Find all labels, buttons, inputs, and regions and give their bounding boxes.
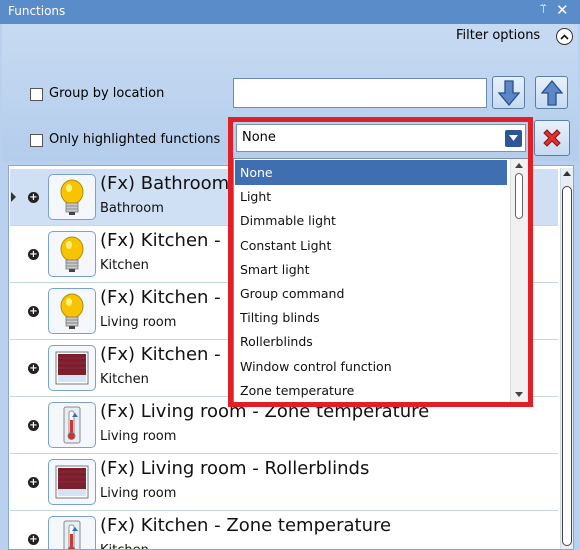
function-location: Living room — [100, 429, 177, 444]
panel-title: Functions — [8, 4, 66, 18]
thermometer-icon — [48, 402, 96, 448]
expand-icon[interactable]: + — [28, 306, 39, 317]
function-name: (Fx) Kitchen - Zone temperature — [100, 515, 392, 536]
function-location: Living room — [100, 315, 177, 330]
function-row[interactable]: + (Fx) Living room - Zone temperature Livi… — [10, 397, 558, 454]
clear-filter-button[interactable] — [534, 120, 570, 156]
group-by-location-label: Group by location — [49, 86, 165, 101]
dropdown-option[interactable]: Smart light — [235, 257, 507, 282]
dropdown-option[interactable]: Dimmable light — [235, 208, 507, 233]
chevron-down-icon[interactable] — [505, 130, 522, 147]
dropdown-option[interactable]: None — [235, 160, 507, 185]
function-row[interactable]: + (Fx) Kitchen - Zone temperature Kitchen — [10, 511, 558, 549]
function-name: (Fx) Living room - Rollerblinds — [100, 458, 370, 479]
function-name: (Fx) Living room - Zone temperature — [100, 401, 430, 422]
functions-list-scrollbar[interactable] — [560, 168, 573, 549]
dropdown-option[interactable]: Rollerblinds — [235, 329, 507, 354]
expand-icon[interactable]: + — [28, 249, 39, 260]
row-selected-indicator — [11, 192, 16, 202]
move-up-button[interactable] — [535, 76, 568, 109]
expand-icon[interactable]: + — [28, 363, 39, 374]
function-row[interactable]: + (Fx) Living room - Rollerblinds Living r… — [10, 454, 558, 511]
dropdown-option[interactable]: Zone temperature — [235, 378, 507, 403]
bulb-icon — [48, 231, 96, 277]
scroll-up-icon[interactable] — [563, 171, 571, 176]
only-highlighted-checkbox[interactable] — [30, 134, 43, 147]
dropdown-option[interactable]: Constant Light — [235, 233, 507, 258]
function-name: (Fx) Bathroom — [100, 173, 230, 194]
filter-options-label[interactable]: Filter options — [456, 28, 540, 43]
dropdown-option[interactable]: Light — [235, 184, 507, 209]
expand-icon[interactable]: + — [28, 420, 39, 431]
function-name: (Fx) Kitchen - — [100, 344, 221, 365]
thermometer-icon — [48, 516, 96, 549]
dropdown-option[interactable]: Tilting blinds — [235, 305, 507, 330]
filter-options-collapse-button[interactable] — [556, 28, 573, 45]
function-location: Bathroom — [100, 201, 164, 216]
function-location: Kitchen — [100, 543, 149, 549]
scroll-down-icon[interactable] — [515, 392, 523, 397]
red-x-icon — [543, 129, 561, 147]
panel-titlebar: Functions ⍡ ✕ — [0, 0, 580, 24]
only-highlighted-label: Only highlighted functions — [49, 132, 221, 147]
dropdown-option[interactable]: Group command — [235, 281, 507, 306]
expand-icon[interactable]: + — [28, 192, 39, 203]
dropdown-scrollbar[interactable] — [510, 159, 528, 402]
group-by-location-checkbox[interactable] — [30, 88, 43, 101]
close-icon[interactable]: ✕ — [556, 1, 569, 19]
expand-icon[interactable]: + — [28, 534, 39, 545]
bulb-icon — [48, 288, 96, 334]
function-location: Kitchen — [100, 258, 149, 273]
function-type-dropdown-list[interactable]: None Light Dimmable light Constant Light Sma… — [233, 158, 528, 403]
scrollbar-thumb[interactable] — [562, 186, 572, 546]
function-type-select-value: None — [242, 130, 276, 145]
function-location: Living room — [100, 486, 177, 501]
function-location: Kitchen — [100, 372, 149, 387]
function-type-select[interactable]: None — [236, 124, 526, 152]
function-name: (Fx) Kitchen - — [100, 287, 221, 308]
arrow-up-icon — [541, 80, 563, 106]
dropdown-scrollbar-thumb[interactable] — [515, 173, 523, 219]
expand-icon[interactable]: + — [28, 477, 39, 488]
dropdown-option[interactable]: Window control function — [235, 354, 507, 379]
rollerblind-icon — [48, 345, 96, 391]
rollerblind-icon — [48, 459, 96, 505]
pin-icon[interactable]: ⍡ — [540, 3, 547, 17]
functions-panel: Functions ⍡ ✕ Filter options Group by lo… — [0, 0, 580, 550]
move-down-button[interactable] — [492, 76, 525, 109]
chevron-up-icon — [560, 34, 569, 40]
scroll-up-icon[interactable] — [515, 163, 523, 168]
function-name: (Fx) Kitchen - — [100, 230, 221, 251]
arrow-down-icon — [498, 80, 520, 106]
search-input[interactable] — [233, 78, 487, 108]
bulb-icon — [48, 174, 96, 220]
